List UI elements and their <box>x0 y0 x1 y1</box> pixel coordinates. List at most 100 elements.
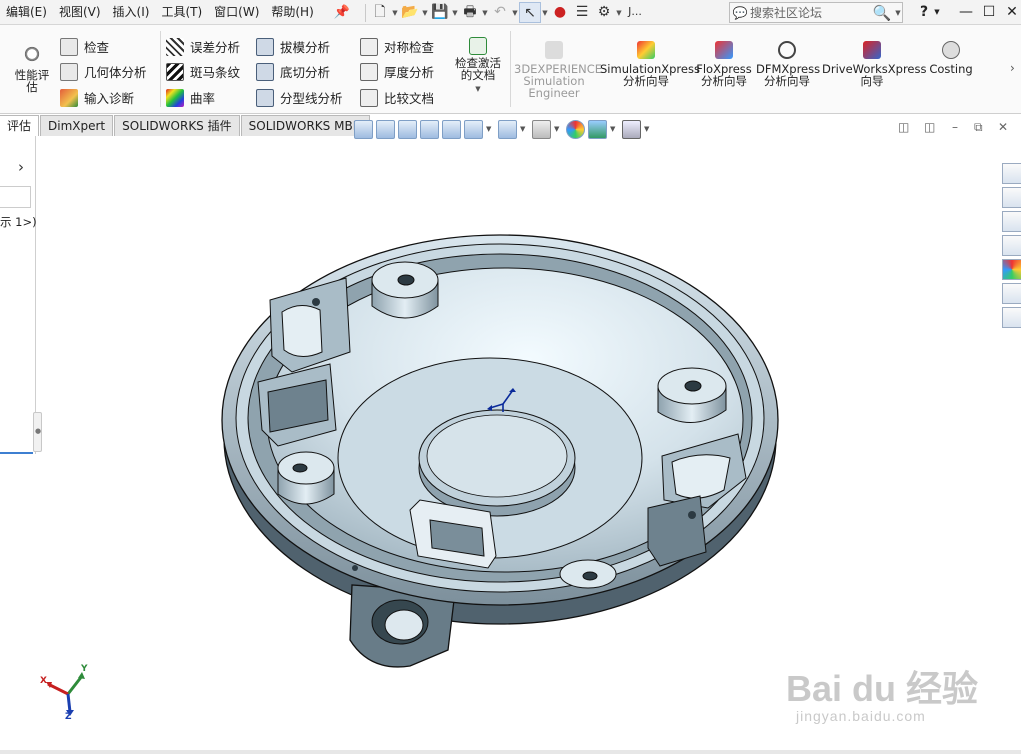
chevron-down-icon[interactable]: ▼ <box>450 83 506 95</box>
search-icon[interactable]: 🔍 <box>870 4 894 22</box>
file-properties-icon[interactable]: ☰ <box>571 2 593 23</box>
close-button[interactable]: ✕ <box>1000 0 1021 25</box>
rebuild-traffic-light-icon[interactable]: ● <box>549 2 571 23</box>
thickness-analysis-button[interactable]: 厚度分析 <box>360 62 434 81</box>
doc-minimize-button[interactable]: – <box>952 120 958 134</box>
previous-view-icon[interactable] <box>398 119 417 139</box>
tree-item[interactable]: 示 1>) <box>0 214 37 230</box>
undercut-analysis-label: 底切分析 <box>280 65 331 80</box>
solidworks-resources-home-icon[interactable] <box>1002 163 1021 184</box>
3d-part-model[interactable] <box>200 200 800 680</box>
select-cursor-icon[interactable]: ↖ <box>519 2 541 23</box>
curvature-button[interactable]: 曲率 <box>166 88 215 107</box>
file-explorer-folder-icon[interactable] <box>1002 211 1021 232</box>
geometry-analysis-button[interactable]: 几何体分析 <box>60 62 147 81</box>
chevron-down-icon[interactable]: ▼ <box>894 9 902 17</box>
check-active-document-button[interactable]: 检查激活的文档 ▼ <box>450 37 506 95</box>
chevron-down-icon[interactable]: ▼ <box>511 9 519 17</box>
pin-icon[interactable]: 📌 <box>334 5 350 20</box>
display-style-icon[interactable] <box>498 119 517 139</box>
chevron-down-icon[interactable]: ▼ <box>391 9 399 17</box>
divider <box>510 31 511 107</box>
chevron-down-icon[interactable]: ▼ <box>554 125 563 133</box>
community-search-box[interactable]: 💬 搜索社区论坛 🔍 ▼ <box>729 2 903 23</box>
floxpress-label: FloXpress 分析向导 <box>696 62 752 88</box>
doc-close-button[interactable]: ✕ <box>998 120 1008 134</box>
chevron-down-icon[interactable]: ▼ <box>615 9 623 17</box>
deviation-analysis-button[interactable]: 误差分析 <box>166 37 240 56</box>
hide-show-items-icon[interactable] <box>532 119 551 139</box>
zebra-stripes-button[interactable]: 斑马条纹 <box>166 62 240 81</box>
view-orientation-icon[interactable] <box>464 119 483 139</box>
chevron-down-icon[interactable]: ▼ <box>610 125 619 133</box>
chevron-right-icon[interactable]: › <box>18 158 24 176</box>
tab-solidworks-addins[interactable]: SOLIDWORKS 插件 <box>114 115 240 136</box>
chevron-down-icon[interactable]: ▼ <box>644 125 653 133</box>
simulationxpress-button[interactable]: SimulationXpress 分析向导 <box>600 41 700 87</box>
dynamic-annotation-views-icon[interactable] <box>442 119 461 139</box>
restore-panel-left-icon[interactable]: ◫ <box>898 120 909 134</box>
options-gear-icon[interactable]: ⚙ <box>593 2 615 23</box>
chevron-down-icon[interactable]: ▼ <box>481 9 489 17</box>
doc-restore-button[interactable]: ⧉ <box>974 120 983 135</box>
save-icon[interactable]: 💾 <box>429 2 451 23</box>
view-orientation-triad: X Y Z <box>38 662 98 722</box>
new-document-icon[interactable]: 🗋 <box>369 2 391 23</box>
edit-appearance-icon[interactable] <box>566 119 585 139</box>
minimize-button[interactable]: — <box>954 0 978 25</box>
menu-edit[interactable]: 编辑(E) <box>0 0 53 25</box>
chevron-down-icon[interactable]: ▼ <box>520 125 529 133</box>
undo-icon[interactable]: ↶ <box>489 2 511 23</box>
maximize-button[interactable]: ☐ <box>977 0 1001 25</box>
symmetry-check-icon <box>360 37 378 56</box>
menu-view[interactable]: 视图(V) <box>53 0 107 25</box>
tab-solidworks-mbd[interactable]: SOLIDWORKS MBD <box>240 115 370 136</box>
forum-icon[interactable] <box>1002 307 1021 328</box>
chevron-down-icon[interactable]: ▼ <box>541 9 549 17</box>
parting-line-analysis-button[interactable]: 分型线分析 <box>256 88 343 107</box>
menu-window[interactable]: 窗口(W) <box>208 0 265 25</box>
draft-analysis-button[interactable]: 拔模分析 <box>256 37 330 56</box>
panel-resize-handle[interactable]: ● <box>33 412 42 452</box>
check-button[interactable]: 检查 <box>60 37 109 56</box>
custom-properties-icon[interactable] <box>1002 283 1021 304</box>
dfmxpress-button[interactable]: DFMXpress 分析向导 <box>756 41 820 87</box>
filter-field[interactable] <box>0 186 31 208</box>
command-manager-tabs: 评估 DimXpert SOLIDWORKS 插件 SOLIDWORKS MBD <box>0 114 371 136</box>
symmetry-check-button[interactable]: 对称检查 <box>360 37 434 56</box>
menu-insert[interactable]: 插入(I) <box>107 0 156 25</box>
help-dropdown-icon[interactable]: ▼ <box>932 0 942 25</box>
ribbon-scroll-right-icon[interactable]: › <box>1010 61 1015 75</box>
floxpress-icon <box>715 41 733 59</box>
view-palette-icon[interactable] <box>1002 235 1021 256</box>
view-settings-monitor-icon[interactable] <box>622 119 641 139</box>
user-account[interactable]: J... <box>623 2 647 23</box>
3dexperience-simulation-engineer-button[interactable]: 3DEXPERIENCE Simulation Engineer <box>514 41 602 99</box>
design-library-icon[interactable] <box>1002 187 1021 208</box>
performance-evaluation-button[interactable]: 性能评估 <box>10 43 54 93</box>
undercut-analysis-button[interactable]: 底切分析 <box>256 62 330 81</box>
chevron-down-icon[interactable]: ▼ <box>451 9 459 17</box>
chevron-down-icon[interactable]: ▼ <box>421 9 429 17</box>
print-icon[interactable]: 🖶 <box>459 2 481 23</box>
zoom-to-area-icon[interactable] <box>376 119 395 139</box>
menu-tools[interactable]: 工具(T) <box>155 0 208 25</box>
compare-documents-button[interactable]: 比较文档 <box>360 88 434 107</box>
menu-help[interactable]: 帮助(H) <box>265 0 319 25</box>
open-folder-icon[interactable]: 📂 <box>399 2 421 23</box>
tab-dimxpert[interactable]: DimXpert <box>40 115 114 136</box>
import-diagnostics-button[interactable]: 输入诊断 <box>60 88 134 107</box>
section-view-icon[interactable] <box>420 119 439 139</box>
appearances-scenes-icon[interactable] <box>1002 259 1021 280</box>
quick-access-toolbar: 🗋 ▼ 📂 ▼ 💾 ▼ 🖶 ▼ ↶ ▼ ↖ ▼ ● ☰ ⚙ ▼ J... <box>362 2 647 23</box>
driveworksxpress-button[interactable]: DriveWorksXpress 向导 <box>822 41 926 87</box>
zoom-to-fit-icon[interactable] <box>354 119 373 139</box>
costing-button[interactable]: Costing <box>926 41 976 75</box>
chevron-down-icon[interactable]: ▼ <box>486 125 495 133</box>
tab-evaluate[interactable]: 评估 <box>0 115 40 136</box>
floxpress-button[interactable]: FloXpress 分析向导 <box>696 41 752 87</box>
symmetry-check-label: 对称检查 <box>384 40 435 55</box>
draft-analysis-label: 拔模分析 <box>280 40 331 55</box>
restore-panel-right-icon[interactable]: ◫ <box>924 120 935 134</box>
apply-scene-icon[interactable] <box>588 119 607 139</box>
